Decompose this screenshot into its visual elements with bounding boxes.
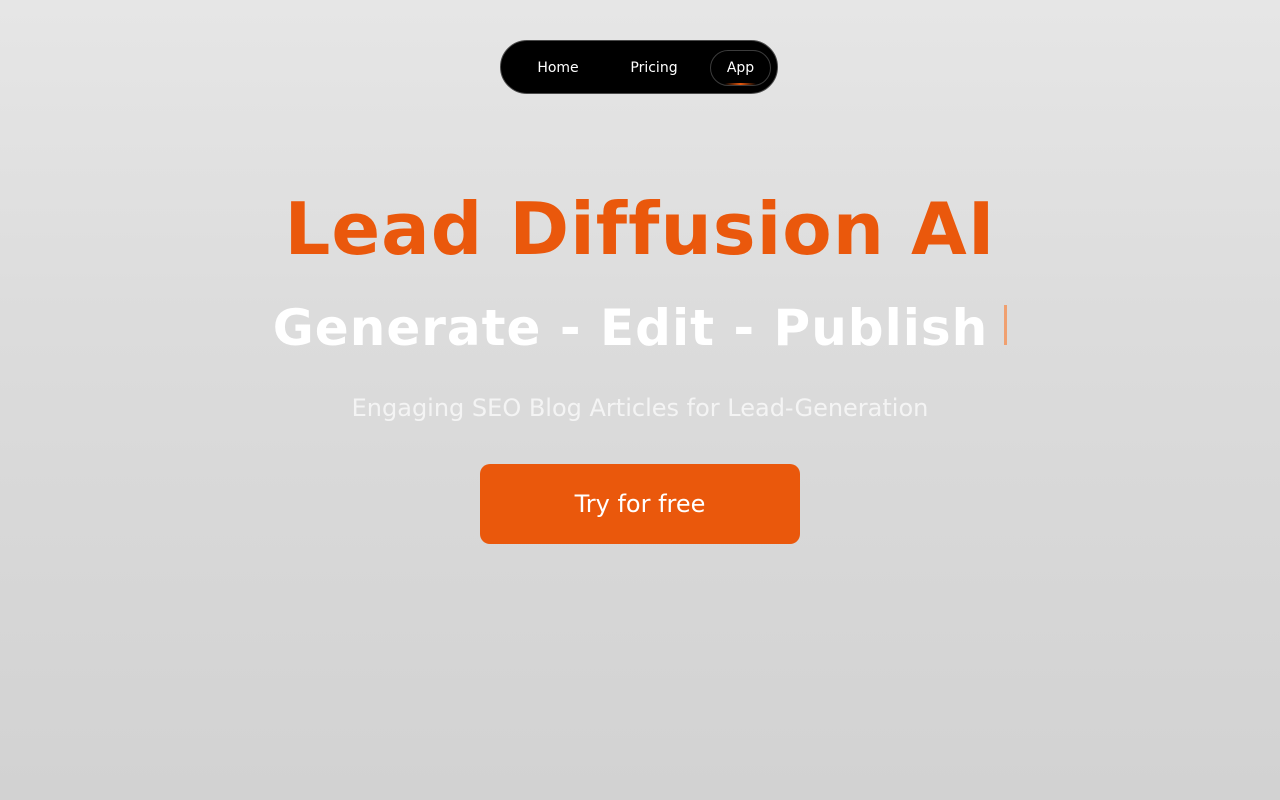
hero-subtitle-row: Generate - Edit - Publish: [0, 298, 1280, 358]
hero-title: Lead Diffusion AI: [284, 187, 996, 271]
nav-item-home[interactable]: Home: [523, 50, 593, 86]
nav-item-app[interactable]: App: [710, 50, 771, 86]
hero-subtitle: Generate - Edit - Publish: [272, 299, 989, 357]
hero-tagline: Engaging SEO Blog Articles for Lead-Gene…: [351, 394, 929, 422]
try-for-free-button[interactable]: Try for free: [480, 464, 800, 544]
active-indicator: [725, 83, 756, 85]
top-navigation: Home Pricing App: [500, 40, 778, 94]
typing-cursor: [1004, 305, 1008, 345]
nav-item-app-label: App: [726, 60, 755, 76]
nav-item-pricing[interactable]: Pricing: [619, 50, 689, 86]
